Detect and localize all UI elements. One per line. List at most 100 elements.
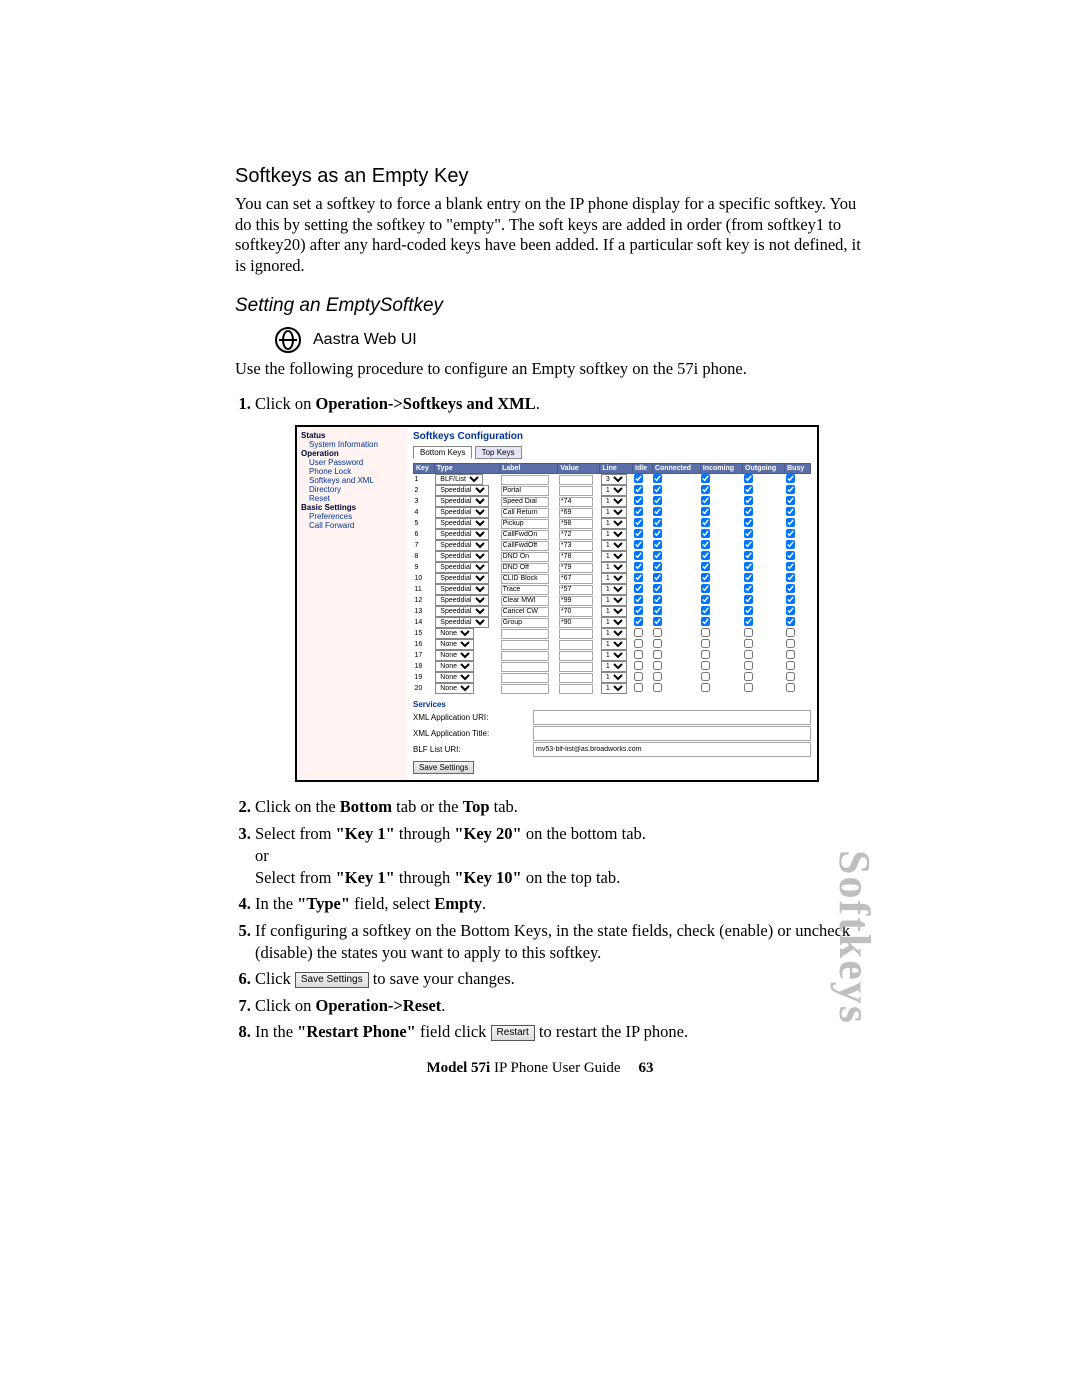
state-checkbox[interactable]: [744, 562, 753, 571]
state-checkbox[interactable]: [744, 474, 753, 483]
state-checkbox[interactable]: [653, 617, 662, 626]
label-input[interactable]: [501, 497, 549, 507]
label-input[interactable]: [501, 475, 549, 485]
state-checkbox[interactable]: [701, 650, 710, 659]
type-select[interactable]: Speeddial: [435, 496, 489, 507]
state-checkbox[interactable]: [701, 551, 710, 560]
line-select[interactable]: 1: [601, 628, 627, 639]
state-checkbox[interactable]: [701, 529, 710, 538]
state-checkbox[interactable]: [786, 661, 795, 670]
label-input[interactable]: [501, 662, 549, 672]
state-checkbox[interactable]: [744, 639, 753, 648]
value-input[interactable]: [559, 662, 593, 672]
state-checkbox[interactable]: [634, 606, 643, 615]
state-checkbox[interactable]: [744, 496, 753, 505]
value-input[interactable]: [559, 607, 593, 617]
line-select[interactable]: 1: [601, 485, 627, 496]
type-select[interactable]: Speeddial: [435, 573, 489, 584]
line-select[interactable]: 1: [601, 551, 627, 562]
state-checkbox[interactable]: [634, 518, 643, 527]
label-input[interactable]: [501, 541, 549, 551]
type-select[interactable]: Speeddial: [435, 485, 489, 496]
state-checkbox[interactable]: [786, 606, 795, 615]
state-checkbox[interactable]: [634, 529, 643, 538]
type-select[interactable]: Speeddial: [435, 507, 489, 518]
state-checkbox[interactable]: [634, 551, 643, 560]
type-select[interactable]: None: [435, 661, 474, 672]
state-checkbox[interactable]: [701, 474, 710, 483]
label-input[interactable]: [501, 552, 549, 562]
state-checkbox[interactable]: [653, 661, 662, 670]
type-select[interactable]: BLF/List: [435, 474, 483, 485]
label-input[interactable]: [501, 585, 549, 595]
state-checkbox[interactable]: [634, 650, 643, 659]
state-checkbox[interactable]: [786, 540, 795, 549]
state-checkbox[interactable]: [701, 672, 710, 681]
line-select[interactable]: 1: [601, 595, 627, 606]
line-select[interactable]: 1: [601, 562, 627, 573]
value-input[interactable]: [559, 497, 593, 507]
state-checkbox[interactable]: [744, 518, 753, 527]
type-select[interactable]: None: [435, 683, 474, 694]
value-input[interactable]: [559, 552, 593, 562]
state-checkbox[interactable]: [653, 584, 662, 593]
state-checkbox[interactable]: [744, 540, 753, 549]
state-checkbox[interactable]: [701, 540, 710, 549]
label-input[interactable]: [501, 519, 549, 529]
type-select[interactable]: None: [435, 628, 474, 639]
state-checkbox[interactable]: [744, 529, 753, 538]
xml-uri-input[interactable]: [533, 710, 811, 725]
state-checkbox[interactable]: [744, 584, 753, 593]
state-checkbox[interactable]: [701, 518, 710, 527]
line-select[interactable]: 1: [601, 507, 627, 518]
label-input[interactable]: [501, 508, 549, 518]
state-checkbox[interactable]: [786, 628, 795, 637]
value-input[interactable]: [559, 585, 593, 595]
label-input[interactable]: [501, 618, 549, 628]
line-select[interactable]: 1: [601, 540, 627, 551]
state-checkbox[interactable]: [786, 573, 795, 582]
line-select[interactable]: 1: [601, 573, 627, 584]
state-checkbox[interactable]: [634, 485, 643, 494]
line-select[interactable]: 1: [601, 683, 627, 694]
line-select[interactable]: 1: [601, 606, 627, 617]
state-checkbox[interactable]: [653, 529, 662, 538]
label-input[interactable]: [501, 629, 549, 639]
state-checkbox[interactable]: [634, 562, 643, 571]
state-checkbox[interactable]: [786, 562, 795, 571]
value-input[interactable]: [559, 508, 593, 518]
type-select[interactable]: Speeddial: [435, 518, 489, 529]
line-select[interactable]: 1: [601, 496, 627, 507]
type-select[interactable]: None: [435, 650, 474, 661]
state-checkbox[interactable]: [634, 617, 643, 626]
label-input[interactable]: [501, 530, 549, 540]
state-checkbox[interactable]: [744, 672, 753, 681]
state-checkbox[interactable]: [653, 496, 662, 505]
line-select[interactable]: 1: [601, 529, 627, 540]
state-checkbox[interactable]: [701, 661, 710, 670]
line-select[interactable]: 1: [601, 639, 627, 650]
fig-save-button[interactable]: Save Settings: [413, 761, 474, 774]
line-select[interactable]: 1: [601, 617, 627, 628]
value-input[interactable]: [559, 651, 593, 661]
state-checkbox[interactable]: [634, 595, 643, 604]
state-checkbox[interactable]: [653, 518, 662, 527]
state-checkbox[interactable]: [634, 628, 643, 637]
state-checkbox[interactable]: [634, 661, 643, 670]
state-checkbox[interactable]: [786, 617, 795, 626]
type-select[interactable]: Speeddial: [435, 606, 489, 617]
state-checkbox[interactable]: [701, 496, 710, 505]
tab-top-keys[interactable]: Top Keys: [475, 446, 522, 459]
state-checkbox[interactable]: [786, 683, 795, 692]
tab-bottom-keys[interactable]: Bottom Keys: [413, 446, 472, 459]
state-checkbox[interactable]: [634, 507, 643, 516]
value-input[interactable]: [559, 618, 593, 628]
state-checkbox[interactable]: [744, 661, 753, 670]
value-input[interactable]: [559, 673, 593, 683]
state-checkbox[interactable]: [653, 650, 662, 659]
value-input[interactable]: [559, 574, 593, 584]
state-checkbox[interactable]: [634, 672, 643, 681]
state-checkbox[interactable]: [701, 628, 710, 637]
state-checkbox[interactable]: [744, 485, 753, 494]
state-checkbox[interactable]: [786, 507, 795, 516]
